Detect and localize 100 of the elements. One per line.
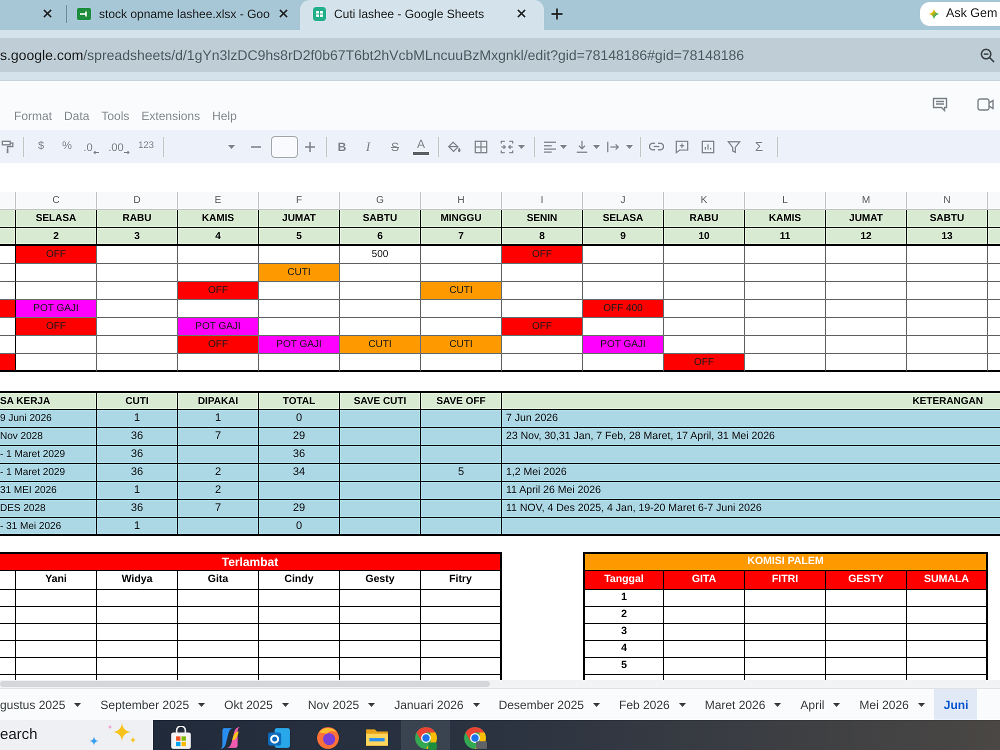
plus-icon[interactable] bbox=[551, 8, 563, 20]
grid-icon[interactable] bbox=[474, 140, 488, 154]
menu-item[interactable]: Format bbox=[14, 108, 52, 124]
sheet-tab[interactable]: Desember 2025 bbox=[488, 689, 609, 720]
percent-button[interactable]: % bbox=[57, 136, 77, 158]
table-cell: 5 bbox=[421, 464, 502, 482]
table-header-cell: SABTU bbox=[340, 210, 421, 228]
caret-icon[interactable] bbox=[282, 702, 289, 706]
align-left-icon[interactable] bbox=[543, 140, 557, 152]
sheet-tab[interactable]: Nov 2025 bbox=[298, 689, 384, 720]
caret-icon[interactable] bbox=[774, 702, 782, 706]
sheet-tab[interactable]: September 2025 bbox=[90, 689, 214, 720]
strikethrough-button[interactable]: S bbox=[386, 136, 404, 158]
table-cell bbox=[0, 264, 16, 282]
table-cell: OFF bbox=[502, 246, 583, 264]
sheet-tab[interactable]: April bbox=[790, 689, 850, 720]
table-cell bbox=[0, 590, 16, 607]
table-cell bbox=[0, 607, 16, 624]
search-field[interactable]: earch bbox=[0, 720, 153, 750]
filter-icon[interactable] bbox=[727, 140, 741, 154]
bold-button[interactable]: B bbox=[333, 136, 351, 158]
chart-icon[interactable] bbox=[701, 140, 715, 154]
table-cell: OFF bbox=[664, 354, 745, 372]
comment-icon[interactable] bbox=[932, 97, 948, 112]
browser-tab[interactable]: stock opname lashee.xlsx - Goo bbox=[67, 0, 300, 30]
caret-icon[interactable] bbox=[472, 702, 480, 706]
menu-item[interactable]: Tools bbox=[101, 108, 130, 124]
caret-icon[interactable] bbox=[368, 702, 376, 706]
arrow-right-icon bbox=[124, 150, 130, 154]
table-cell: OFF bbox=[16, 246, 97, 264]
caret-icon[interactable] bbox=[918, 702, 925, 706]
increase-decimals-button[interactable]: .00 bbox=[106, 138, 132, 154]
table-cell: 11 NOV, 4 Des 2025, 4 Jan, 19-20 Maret 6-7 Juni 2026 bbox=[502, 500, 1000, 518]
ring-tile-icon bbox=[266, 726, 290, 750]
caret-icon[interactable] bbox=[74, 702, 82, 706]
sheet-tab[interactable]: Juni bbox=[934, 689, 978, 720]
paint-bucket-icon[interactable] bbox=[447, 140, 461, 154]
close-icon[interactable] bbox=[279, 9, 288, 18]
zoom-out-icon[interactable] bbox=[980, 48, 995, 62]
table-cell: 7 bbox=[178, 500, 259, 518]
table-header-cell: 5 bbox=[259, 228, 340, 246]
table-header-cell: Cindy bbox=[259, 571, 340, 590]
shopping-bag-icon bbox=[168, 726, 192, 750]
decrease-decimals-button[interactable]: .0 bbox=[79, 138, 103, 154]
table-header-cell: Gita bbox=[178, 571, 259, 590]
comment-plus-icon[interactable] bbox=[675, 140, 689, 154]
align-bottom-icon[interactable] bbox=[575, 140, 589, 154]
text-color-button[interactable]: A bbox=[412, 138, 430, 156]
sheet-tab[interactable]: Januari 2026 bbox=[384, 689, 489, 720]
menu-item[interactable]: Extensions bbox=[141, 108, 200, 124]
sheet-tab[interactable]: Okt 2025 bbox=[214, 689, 298, 720]
table-header-cell: FITRI bbox=[745, 571, 826, 590]
table-header-cell: Fitry bbox=[421, 571, 502, 590]
ask-button[interactable]: Ask Gem bbox=[920, 2, 1000, 26]
paint-roller-icon[interactable] bbox=[1, 140, 15, 154]
link-icon[interactable] bbox=[649, 142, 664, 151]
scrollbar-thumb[interactable] bbox=[0, 681, 490, 687]
table-header-cell: 2 bbox=[16, 228, 97, 246]
caret-icon[interactable] bbox=[833, 702, 840, 706]
italic-button[interactable]: I bbox=[359, 136, 377, 158]
menu-item[interactable]: Data bbox=[64, 108, 90, 124]
sheet-tab[interactable]: Mei 2026 bbox=[849, 689, 934, 720]
caret-icon[interactable] bbox=[592, 702, 600, 706]
globe-icon bbox=[316, 726, 340, 750]
table-cell: CUTI bbox=[421, 336, 502, 354]
minus-icon[interactable] bbox=[251, 146, 261, 148]
table-cell: - 31 Mei 2026 bbox=[0, 518, 97, 536]
sparkle-icon bbox=[928, 8, 940, 20]
video-camera-icon[interactable] bbox=[977, 98, 994, 111]
sheet-tab[interactable]: Feb 2026 bbox=[608, 689, 695, 720]
table-header-cell: RABU bbox=[97, 210, 178, 228]
table-cell: 2 bbox=[178, 464, 259, 482]
bar-arrow-icon[interactable] bbox=[606, 140, 620, 154]
sheet-tab[interactable]: Maret 2026 bbox=[694, 689, 790, 720]
number-format-button[interactable]: 123 bbox=[134, 136, 158, 158]
table-cell: OFF 400 bbox=[583, 300, 664, 318]
font-size-field[interactable] bbox=[271, 136, 298, 158]
table-header-cell: 3 bbox=[97, 228, 178, 246]
browser-tab[interactable]: Cuti lashee - Google Sheets bbox=[300, 0, 544, 30]
functions-button[interactable]: Σ bbox=[752, 136, 766, 158]
merge-cells-icon[interactable] bbox=[500, 140, 514, 154]
table-header-cell: 7 bbox=[421, 228, 502, 246]
arrow-left-icon bbox=[92, 150, 99, 154]
table-cell: 1 bbox=[178, 410, 259, 428]
close-icon[interactable] bbox=[517, 9, 526, 18]
close-icon[interactable] bbox=[43, 9, 52, 18]
table-header-cell: TOTAL bbox=[259, 391, 340, 410]
taskbar-button[interactable] bbox=[401, 720, 450, 750]
sheet-tab[interactable]: gustus 2025 bbox=[0, 689, 90, 720]
table-header-cell: 6 bbox=[340, 228, 421, 246]
caret-icon[interactable] bbox=[678, 702, 686, 706]
caret-icon[interactable] bbox=[198, 702, 206, 706]
spreadsheet-icon bbox=[77, 8, 91, 20]
currency-button[interactable]: $ bbox=[31, 136, 51, 158]
table-cell: 5 bbox=[583, 658, 664, 675]
table-cell: 1,2 Mei 2026 bbox=[502, 464, 1000, 482]
menu-item[interactable]: Help bbox=[212, 108, 237, 124]
address-bar[interactable]: s.google.com/spreadsheets/d/1gYn3lzDC9hs8rD2f0b67T6bt2hVcbMLncuuBzMxgnkl/edit?gid=78148186#gid=78148186 bbox=[0, 38, 1000, 72]
table-cell: OFF bbox=[16, 318, 97, 336]
table-header-cell: Widya bbox=[97, 571, 178, 590]
